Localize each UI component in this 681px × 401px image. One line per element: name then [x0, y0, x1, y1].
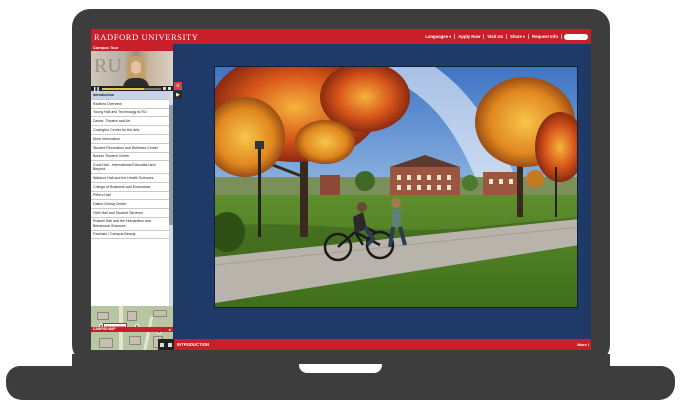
nav-apply-now[interactable]: Apply Now	[455, 34, 485, 39]
video-backdrop-logo: RU	[94, 55, 122, 77]
tour-stop-item[interactable]: Covington Center for the Arts	[91, 126, 169, 135]
collapse-panel-icon[interactable]: ≡	[174, 82, 182, 90]
tour-stop-item[interactable]: Young Hall and Technology at RU	[91, 109, 169, 118]
nav-visit-us[interactable]: Visit Us	[484, 34, 507, 39]
tour-stop-item[interactable]: Peters Hall	[91, 192, 169, 201]
nav-request-info[interactable]: Request Info	[529, 34, 562, 39]
campus-map-bar[interactable]: CAMPUS MAP ▸	[91, 327, 173, 332]
brand-logo[interactable]: RADFORD UNIVERSITY	[94, 32, 199, 42]
top-nav: Languages ▾ Apply Now Visit Us Share ▾ Request…	[422, 29, 591, 44]
tour-stop-item[interactable]: Student Recreation and Wellness Center	[91, 144, 169, 153]
nav-label: Share	[510, 34, 522, 39]
more-info-link[interactable]: More I	[577, 342, 589, 347]
chevron-down-icon: ▾	[449, 34, 452, 39]
tour-stop-item[interactable]: Dance, Theatre and Art	[91, 117, 169, 127]
tour-panel: Campus Tour RU ❚❚ Introduction Radford Ov…	[91, 44, 173, 350]
nav-label: Apply Now	[458, 34, 481, 39]
search-input[interactable]	[564, 33, 588, 40]
list-scrollbar[interactable]	[169, 91, 173, 327]
tour-stop-item[interactable]: Waldron Hall and the Health Sciences	[91, 174, 169, 183]
tour-stop-photo	[214, 66, 578, 308]
tour-stop-item[interactable]: Fountain / Campus Beauty	[91, 231, 169, 240]
nav-share[interactable]: Share ▾	[507, 34, 529, 39]
tour-stop-item[interactable]: Bonnie Student Center	[91, 153, 169, 162]
next-arrow-icon[interactable]: ▶	[174, 91, 182, 99]
laptop-mockup: RADFORD UNIVERSITY Languages ▾ Apply Now Vi…	[0, 0, 681, 401]
nav-label: Languages	[425, 34, 449, 39]
tour-stop-item[interactable]: Radford Overview	[91, 100, 169, 109]
campus-photo-illustration	[215, 67, 577, 307]
video-progress-bar[interactable]	[101, 87, 161, 90]
screen: RADFORD UNIVERSITY Languages ▾ Apply Now Vi…	[91, 29, 591, 350]
tour-stop-item[interactable]: Dalton Dining Center	[91, 200, 169, 210]
menu-icon[interactable]	[160, 342, 164, 347]
map-icon[interactable]	[168, 342, 172, 347]
nav-label: Visit Us	[487, 34, 503, 39]
fullscreen-icon[interactable]	[168, 87, 171, 90]
expand-arrow-icon[interactable]: ▸	[169, 327, 171, 332]
campus-map-label: CAMPUS MAP	[93, 327, 116, 331]
nav-languages[interactable]: Languages ▾	[422, 34, 456, 39]
bottom-controls	[158, 339, 174, 350]
nav-label: Request Info	[531, 34, 558, 39]
tour-stop-item[interactable]: Russell Hall and the Humanities and Beha…	[91, 218, 169, 231]
tour-stop-item[interactable]: Introduction	[91, 91, 169, 100]
volume-icon[interactable]	[163, 87, 166, 90]
tour-stop-item[interactable]: Cook Hall - International Education and …	[91, 161, 169, 174]
chevron-down-icon: ▾	[522, 34, 525, 39]
list-scroll-thumb[interactable]	[169, 105, 173, 225]
top-bar: RADFORD UNIVERSITY Languages ▾ Apply Now Vi…	[91, 29, 591, 44]
video-player[interactable]: RU ❚❚	[91, 51, 173, 91]
tour-stop-item[interactable]: College of Business and Economics	[91, 183, 169, 192]
bottom-bar: INTRODUCTION More I	[174, 339, 591, 350]
side-tabs: ≡ ▶	[174, 82, 182, 100]
tour-stop-item[interactable]: More Information	[91, 135, 169, 144]
panel-title: Campus Tour	[91, 44, 173, 51]
tour-stop-item[interactable]: Heth Hall and Student Services	[91, 209, 169, 218]
current-stop-title: INTRODUCTION	[177, 342, 210, 347]
laptop-notch	[299, 364, 382, 373]
tour-stop-list: Introduction Radford Overview Young Hall a…	[91, 91, 169, 327]
